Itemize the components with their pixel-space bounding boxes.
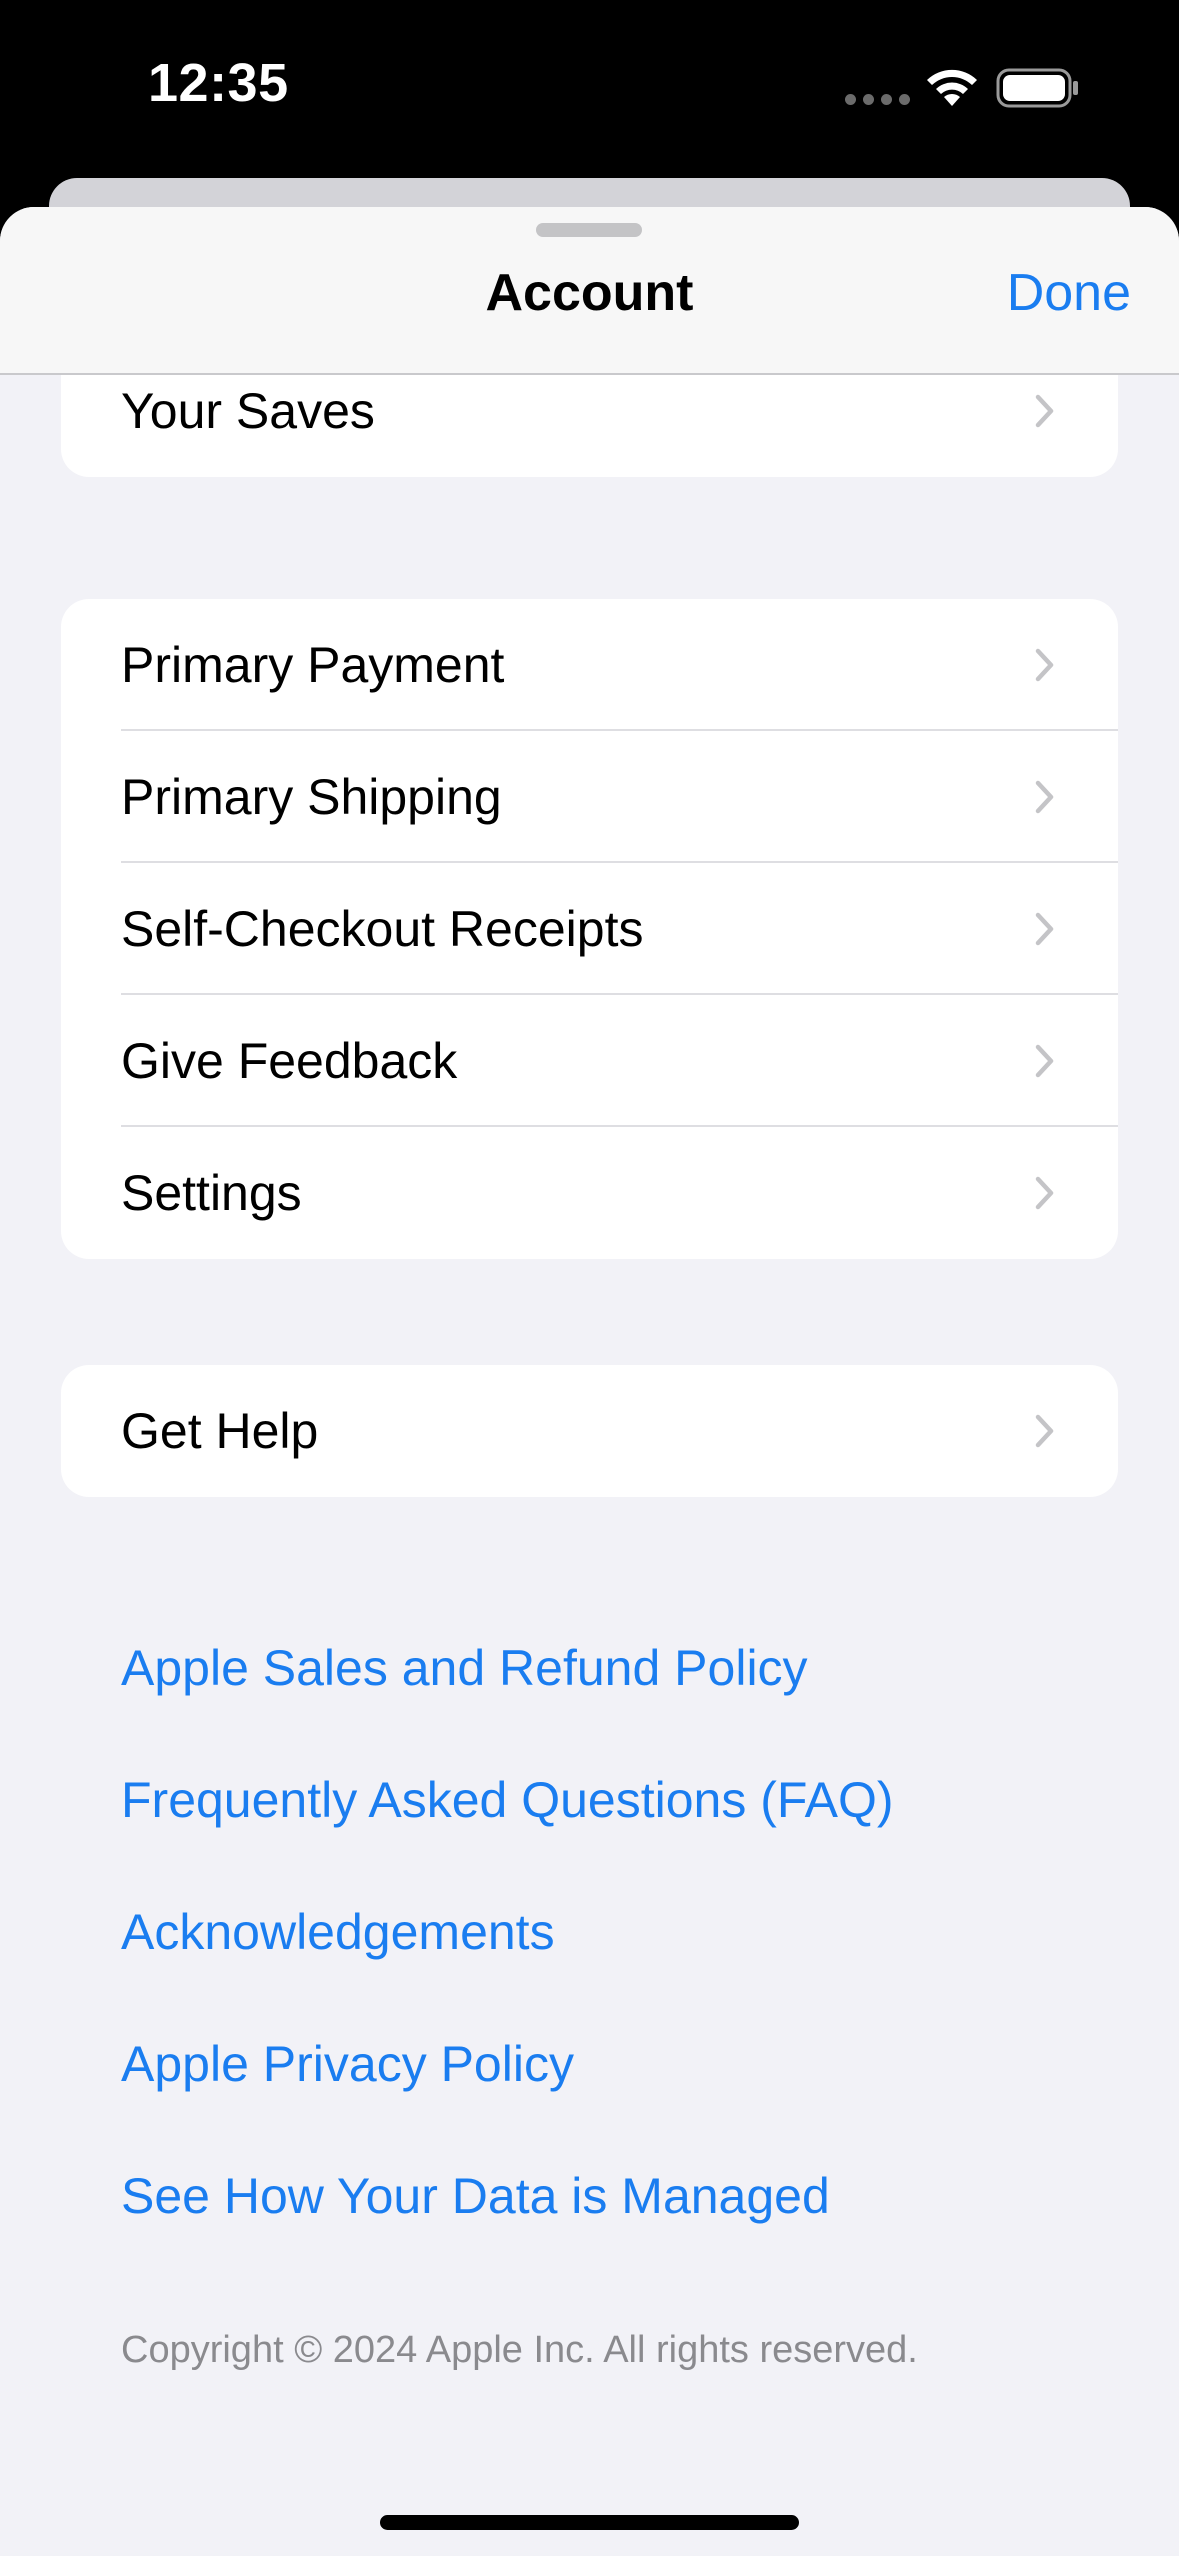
chevron-right-icon bbox=[1035, 394, 1054, 428]
help-group: Get Help bbox=[61, 1365, 1118, 1497]
chevron-right-icon bbox=[1035, 780, 1054, 814]
chevron-right-icon bbox=[1035, 1176, 1054, 1210]
list-item-primary-payment[interactable]: Primary Payment bbox=[61, 599, 1118, 731]
list-item-label: Primary Shipping bbox=[121, 769, 502, 825]
list-item-get-help[interactable]: Get Help bbox=[61, 1365, 1118, 1497]
list-item-label: Get Help bbox=[121, 1403, 319, 1459]
link-data-management[interactable]: See How Your Data is Managed bbox=[121, 2167, 830, 2225]
list-item-self-checkout-receipts[interactable]: Self-Checkout Receipts bbox=[61, 863, 1118, 995]
status-bar: 12:35 bbox=[0, 0, 1179, 178]
copyright-text: Copyright © 2024 Apple Inc. All rights r… bbox=[121, 2329, 918, 2371]
status-time: 12:35 bbox=[148, 53, 289, 113]
navigation-bar: Account Done bbox=[0, 207, 1179, 375]
chevron-right-icon bbox=[1035, 1044, 1054, 1078]
list-item-label: Settings bbox=[121, 1165, 302, 1221]
link-faq[interactable]: Frequently Asked Questions (FAQ) bbox=[121, 1771, 894, 1829]
battery-icon bbox=[996, 68, 1078, 108]
link-acknowledgements[interactable]: Acknowledgements bbox=[121, 1903, 555, 1961]
sheet-grabber[interactable] bbox=[536, 223, 642, 237]
list-item-settings[interactable]: Settings bbox=[61, 1127, 1118, 1259]
home-indicator[interactable] bbox=[380, 2515, 799, 2530]
cellular-signal-icon bbox=[845, 94, 910, 105]
list-item-give-feedback[interactable]: Give Feedback bbox=[61, 995, 1118, 1127]
wifi-icon bbox=[927, 69, 977, 106]
list-item-label: Primary Payment bbox=[121, 637, 505, 693]
done-button[interactable]: Done bbox=[1007, 263, 1131, 323]
link-privacy-policy[interactable]: Apple Privacy Policy bbox=[121, 2035, 574, 2093]
chevron-right-icon bbox=[1035, 1414, 1054, 1448]
list-item-label: Self-Checkout Receipts bbox=[121, 901, 644, 957]
list-item-label: Your Saves bbox=[121, 383, 375, 439]
list-item-primary-shipping[interactable]: Primary Shipping bbox=[61, 731, 1118, 863]
list-item-label: Give Feedback bbox=[121, 1033, 458, 1089]
chevron-right-icon bbox=[1035, 648, 1054, 682]
account-sheet: Account Done Your Saves Primary Payment … bbox=[0, 207, 1179, 2556]
chevron-right-icon bbox=[1035, 912, 1054, 946]
link-sales-refund-policy[interactable]: Apple Sales and Refund Policy bbox=[121, 1639, 808, 1697]
account-options-group: Primary Payment Primary Shipping Self-Ch… bbox=[61, 599, 1118, 1259]
page-title: Account bbox=[485, 264, 694, 322]
